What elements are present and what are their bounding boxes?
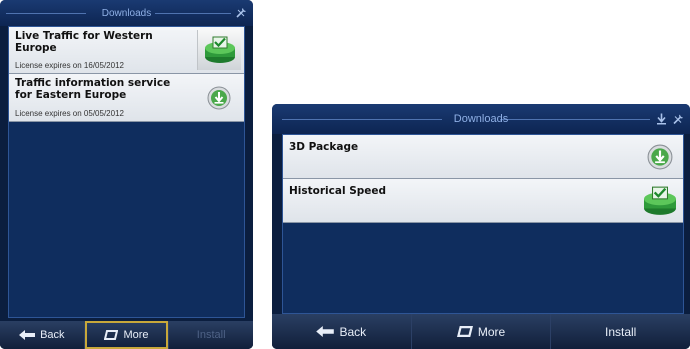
- item-status[interactable]: [637, 182, 683, 219]
- license-expiry: License expires on 05/05/2012: [15, 109, 124, 118]
- installed-check-icon: [204, 36, 235, 63]
- item-status[interactable]: [640, 138, 680, 175]
- list-item[interactable]: Live Traffic for Western Europe License …: [9, 27, 244, 74]
- item-name: Traffic information service for Eastern …: [15, 77, 171, 101]
- title-divider-right: [155, 13, 231, 14]
- item-status[interactable]: [197, 30, 241, 70]
- screen-title: Downloads: [101, 7, 152, 19]
- list-item[interactable]: 3D Package: [283, 135, 683, 179]
- tools-icon[interactable]: [672, 113, 684, 125]
- bottom-toolbar: Back More Install: [272, 314, 690, 349]
- download-icon: [207, 86, 231, 109]
- item-status[interactable]: [197, 77, 241, 118]
- back-button[interactable]: Back: [0, 321, 85, 349]
- item-name: Live Traffic for Western Europe: [15, 30, 153, 54]
- more-label: More: [123, 329, 149, 341]
- downloads-list: 3D Package Historical Speed: [282, 134, 684, 314]
- install-label: Install: [605, 324, 637, 339]
- tools-icon[interactable]: [235, 7, 247, 19]
- item-name: Historical Speed: [289, 185, 387, 197]
- title-bar: Downloads: [272, 104, 690, 134]
- title-divider-left: [6, 13, 86, 14]
- bottom-toolbar: Back More Install: [0, 321, 253, 349]
- download-icon: [647, 144, 673, 169]
- downloads-list: Live Traffic for Western Europe License …: [8, 26, 245, 318]
- download-manager-icon[interactable]: [655, 113, 668, 126]
- license-expiry: License expires on 16/05/2012: [15, 61, 124, 70]
- left-downloads-screen: Downloads Live Traffic for Western Europ…: [0, 0, 253, 349]
- list-item[interactable]: Traffic information service for Eastern …: [9, 74, 244, 122]
- title-divider-right: [500, 119, 650, 120]
- more-label: More: [477, 324, 506, 339]
- more-button[interactable]: More: [411, 314, 552, 349]
- title-tools: [235, 7, 247, 19]
- installed-check-icon: [644, 186, 676, 215]
- title-divider-left: [282, 119, 442, 120]
- screen-title: Downloads: [453, 113, 509, 125]
- title-tools: [655, 113, 684, 126]
- arrow-left-icon: [19, 330, 36, 340]
- title-bar: Downloads: [0, 0, 253, 26]
- item-name: 3D Package: [289, 141, 359, 153]
- list-item[interactable]: Historical Speed: [283, 179, 683, 223]
- arrow-left-icon: [316, 326, 335, 337]
- back-button[interactable]: Back: [272, 314, 412, 349]
- more-icon: [104, 330, 119, 340]
- install-button[interactable]: Install: [551, 314, 690, 349]
- install-button[interactable]: Install: [169, 321, 253, 349]
- install-label: Install: [196, 329, 226, 341]
- back-label: Back: [339, 324, 367, 339]
- back-label: Back: [40, 329, 65, 341]
- right-downloads-screen: Downloads 3D Package Historical Speed Ba…: [272, 104, 690, 349]
- more-button[interactable]: More: [84, 321, 170, 349]
- more-icon: [456, 326, 473, 337]
